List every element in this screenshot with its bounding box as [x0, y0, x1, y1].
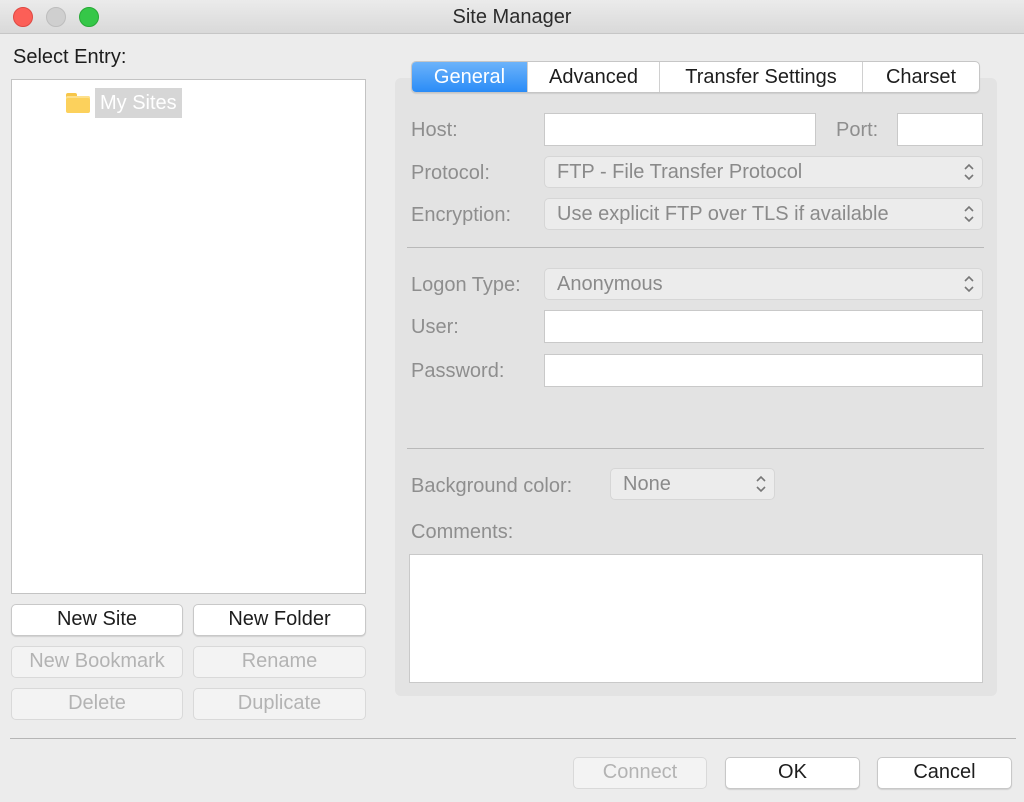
tab-general[interactable]: General	[412, 62, 528, 92]
logon-type-select[interactable]: Anonymous	[544, 268, 983, 300]
logon-type-value: Anonymous	[557, 273, 663, 295]
protocol-select[interactable]: FTP - File Transfer Protocol	[544, 156, 983, 188]
user-input[interactable]	[544, 310, 983, 343]
section-divider	[407, 448, 984, 449]
connect-button[interactable]: Connect	[573, 757, 707, 789]
tab-advanced[interactable]: Advanced	[528, 62, 660, 92]
tree-item-my-sites[interactable]: My Sites	[66, 88, 182, 118]
new-bookmark-button[interactable]: New Bookmark	[11, 646, 183, 678]
port-input[interactable]	[897, 113, 983, 146]
background-color-value: None	[623, 473, 671, 495]
background-color-label: Background color:	[411, 475, 573, 497]
protocol-value: FTP - File Transfer Protocol	[557, 161, 803, 183]
background-color-select[interactable]: None	[610, 468, 775, 500]
duplicate-button[interactable]: Duplicate	[193, 688, 366, 720]
new-folder-button[interactable]: New Folder	[193, 604, 366, 636]
logon-type-label: Logon Type:	[411, 274, 521, 296]
chevron-updown-icon	[964, 163, 974, 181]
comments-label: Comments:	[411, 521, 514, 543]
ok-button[interactable]: OK	[725, 757, 860, 789]
encryption-value: Use explicit FTP over TLS if available	[557, 203, 889, 225]
cancel-button[interactable]: Cancel	[877, 757, 1012, 789]
section-divider	[407, 247, 984, 248]
password-input[interactable]	[544, 354, 983, 387]
tab-charset[interactable]: Charset	[863, 62, 979, 92]
window-title: Site Manager	[452, 6, 572, 28]
user-label: User:	[411, 316, 459, 338]
host-label: Host:	[411, 119, 458, 141]
chevron-updown-icon	[964, 205, 974, 223]
host-input[interactable]	[544, 113, 816, 146]
tab-transfer-settings[interactable]: Transfer Settings	[660, 62, 863, 92]
encryption-label: Encryption:	[411, 204, 512, 226]
folder-icon	[66, 93, 90, 113]
title-bar: Site Manager	[0, 0, 1024, 34]
settings-tabs: General Advanced Transfer Settings Chars…	[411, 61, 980, 93]
site-tree[interactable]: My Sites	[11, 79, 366, 594]
protocol-label: Protocol:	[411, 162, 490, 184]
port-label: Port:	[836, 119, 879, 141]
rename-button[interactable]: Rename	[193, 646, 366, 678]
new-site-button[interactable]: New Site	[11, 604, 183, 636]
delete-button[interactable]: Delete	[11, 688, 183, 720]
select-entry-label: Select Entry:	[13, 46, 127, 68]
chevron-updown-icon	[964, 275, 974, 293]
chevron-updown-icon	[756, 475, 766, 493]
tree-item-label: My Sites	[95, 88, 182, 118]
encryption-select[interactable]: Use explicit FTP over TLS if available	[544, 198, 983, 230]
comments-textarea[interactable]	[409, 554, 983, 683]
password-label: Password:	[411, 360, 505, 382]
site-manager-window: Site Manager Select Entry: My Sites New …	[0, 0, 1024, 802]
footer-divider	[10, 738, 1016, 739]
